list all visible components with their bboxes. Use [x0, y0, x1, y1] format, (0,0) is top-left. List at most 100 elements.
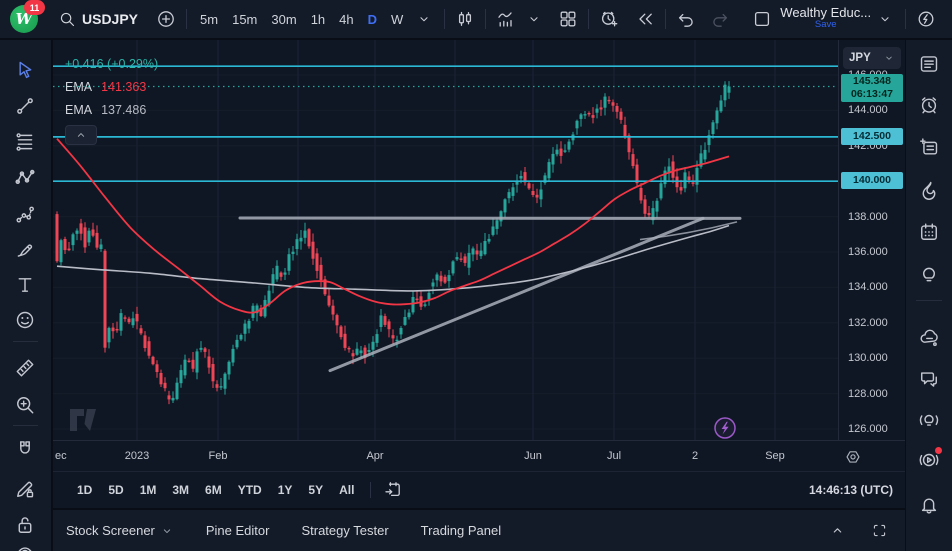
chart-canvas[interactable] [53, 40, 838, 440]
panel-tab-stock-screener[interactable]: Stock Screener [66, 523, 174, 538]
sidebar-watchlist-button[interactable] [914, 51, 944, 77]
divider [13, 341, 38, 342]
tool-ruler-button[interactable] [10, 355, 40, 381]
divider [916, 300, 942, 301]
tool-brush-button[interactable] [10, 236, 40, 262]
range-ytd-button[interactable]: YTD [230, 478, 270, 502]
lightning-mode-button[interactable] [714, 417, 736, 439]
tool-trend-line-button[interactable] [10, 93, 40, 119]
time-axis-label: 2 [692, 450, 698, 462]
price-axis-label: 138.000 [848, 211, 888, 223]
bar-replay-button[interactable] [631, 5, 659, 33]
chart-area: +0.416 (+0.29%) EMA 141.363 EMA 137.486 … [53, 40, 905, 551]
redo-button[interactable] [706, 5, 734, 33]
layout-name-button[interactable]: Wealthy Educ... Save [780, 7, 871, 31]
panel-tab-trading-panel[interactable]: Trading Panel [421, 523, 501, 538]
time-axis-label: Sep [765, 450, 785, 462]
xabcd-pattern-icon [14, 167, 36, 189]
sidebar-calendar-button[interactable] [914, 219, 944, 245]
sidebar-public-chats-button[interactable] [914, 325, 944, 351]
create-alert-button[interactable] [595, 5, 623, 33]
legend-collapse-button[interactable] [65, 125, 97, 145]
sidebar-alerts-button[interactable] [914, 92, 944, 118]
hide-all-icon [14, 543, 36, 551]
indicators-chevron-down-icon[interactable] [520, 5, 548, 33]
timeframe-chevron-down-icon[interactable] [410, 5, 438, 33]
divider [13, 425, 38, 426]
range-5y-button[interactable]: 5Y [300, 478, 331, 502]
tool-hide-all-button[interactable] [10, 541, 40, 551]
currency-selector[interactable]: JPY [843, 47, 901, 69]
sidebar-streams-button[interactable] [914, 407, 944, 433]
ema-fast-legend[interactable]: EMA 141.363 [65, 75, 158, 98]
sidebar-ideas-button[interactable] [914, 261, 944, 287]
bottom-panel-bar: Stock Screener Pine Editor Strategy Tester… [53, 508, 905, 551]
maximize-panel-icon[interactable] [867, 519, 891, 543]
tool-text-button[interactable] [10, 272, 40, 298]
panel-tab-pine-editor[interactable]: Pine Editor [206, 523, 270, 538]
sidebar-notifications-button[interactable] [914, 491, 944, 517]
timeframe-5m-button[interactable]: 5m [193, 6, 225, 32]
price-axis-label: 126.000 [848, 423, 888, 435]
app-logo[interactable]: W 11 [10, 5, 38, 33]
time-axis[interactable]: ec2023FebAprJunJul2Sep [53, 440, 905, 472]
range-1y-button[interactable]: 1Y [270, 478, 301, 502]
tool-lock-all-button[interactable] [10, 512, 40, 538]
forecast-icon [14, 203, 36, 225]
chart-pane: +0.416 (+0.29%) EMA 141.363 EMA 137.486 … [53, 40, 905, 440]
streams-icon [918, 409, 940, 431]
tool-forecast-button[interactable] [10, 201, 40, 227]
timeframe-4h-button[interactable]: 4h [332, 6, 360, 32]
layout-grid-button[interactable] [554, 5, 582, 33]
tool-cursor-button[interactable] [10, 57, 40, 83]
timeframe-1h-button[interactable]: 1h [304, 6, 332, 32]
ema-slow-legend[interactable]: EMA 137.486 [65, 98, 158, 121]
compare-add-symbol-button[interactable] [152, 5, 180, 33]
tool-magnet-button[interactable] [10, 436, 40, 462]
tool-zoom-in-button[interactable] [10, 392, 40, 418]
drawing-toolbar [0, 40, 51, 551]
current-price: 145.348 [841, 75, 903, 88]
symbol-search-button[interactable]: USDJPY [58, 10, 138, 28]
go-to-date-button[interactable] [379, 477, 407, 503]
chart-settings-gear-icon[interactable] [841, 445, 865, 469]
symbol-name: USDJPY [82, 11, 138, 27]
price-axis-label: 130.000 [848, 352, 888, 364]
tool-xabcd-pattern-button[interactable] [10, 165, 40, 191]
time-axis-label: 2023 [125, 450, 149, 462]
range-1d-button[interactable]: 1D [69, 478, 100, 502]
sidebar-hotlists-button[interactable] [914, 177, 944, 203]
utc-clock[interactable]: 14:46:13 (UTC) [809, 483, 893, 497]
tool-fib-retracement-button[interactable] [10, 129, 40, 155]
timeframe-W-button[interactable]: W [384, 6, 410, 32]
range-1m-button[interactable]: 1M [132, 478, 165, 502]
save-layout-checkbox-icon[interactable] [748, 5, 776, 33]
bar-countdown: 06:13:47 [841, 88, 903, 101]
divider [444, 9, 445, 29]
price-axis[interactable]: 126.000128.000130.000132.000134.000136.0… [838, 40, 905, 440]
range-3m-button[interactable]: 3M [164, 478, 197, 502]
tool-emoji-button[interactable] [10, 307, 40, 333]
chart-style-candles-button[interactable] [451, 5, 479, 33]
panel-tab-strategy-tester[interactable]: Strategy Tester [301, 523, 388, 538]
emoji-icon [14, 309, 36, 331]
save-label[interactable]: Save [815, 19, 837, 31]
alerts-icon [918, 94, 940, 116]
timeframe-15m-button[interactable]: 15m [225, 6, 264, 32]
panel-collapse-chevron-up-icon[interactable] [825, 519, 849, 543]
ema-label: EMA [65, 103, 92, 117]
tool-drawing-mode-button[interactable] [10, 476, 40, 502]
timeframe-D-button[interactable]: D [361, 6, 384, 32]
layout-chevron-down-icon[interactable] [871, 5, 899, 33]
range-6m-button[interactable]: 6M [197, 478, 230, 502]
sidebar-videos-button[interactable] [914, 447, 944, 473]
undo-button[interactable] [672, 5, 700, 33]
sidebar-journal-button[interactable] [914, 134, 944, 160]
indicators-button[interactable] [492, 5, 520, 33]
range-all-button[interactable]: All [331, 478, 362, 502]
range-5d-button[interactable]: 5D [100, 478, 131, 502]
timeframe-30m-button[interactable]: 30m [264, 6, 303, 32]
videos-icon [918, 449, 940, 471]
sidebar-chats-button[interactable] [914, 366, 944, 392]
quick-publish-icon[interactable] [912, 5, 940, 33]
